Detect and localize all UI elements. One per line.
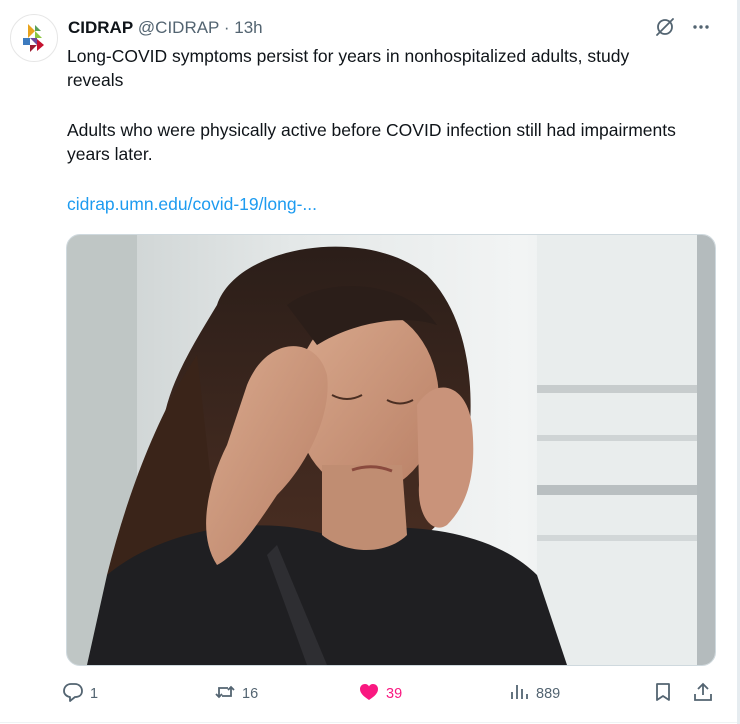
more-icon[interactable] — [690, 16, 712, 38]
tweet-actions: 1 16 39 889 — [62, 680, 722, 708]
views-icon — [508, 681, 530, 707]
reply-count: 1 — [90, 686, 99, 702]
bookmark-icon — [652, 681, 674, 707]
tweet-top-actions — [654, 16, 712, 38]
tweet-link[interactable]: cidrap.umn.edu/covid-19/long-... — [67, 194, 317, 214]
view-count: 889 — [536, 686, 561, 702]
retweet-button[interactable]: 16 — [214, 680, 258, 708]
display-name[interactable]: CIDRAP — [68, 18, 133, 37]
tweet-text-paragraph-1: Long-COVID symptoms persist for years in… — [67, 46, 630, 90]
woman-headache-photo — [67, 235, 715, 665]
tweet-header: CIDRAP @CIDRAP · 13h — [68, 17, 263, 39]
views-button[interactable]: 889 — [508, 680, 560, 708]
separator-dot: · — [223, 18, 230, 37]
like-icon — [358, 681, 380, 707]
cidrap-logo — [23, 24, 44, 52]
reply-button[interactable]: 1 — [62, 680, 98, 708]
retweet-icon — [214, 681, 236, 707]
avatar[interactable] — [10, 14, 58, 62]
reply-icon — [62, 681, 84, 707]
share-button[interactable] — [692, 680, 714, 708]
like-count: 39 — [386, 686, 403, 702]
tweet-image[interactable] — [66, 234, 716, 666]
share-icon — [692, 681, 714, 707]
user-handle[interactable]: @CIDRAP — [138, 18, 219, 37]
tweet-text: Long-COVID symptoms persist for years in… — [67, 44, 687, 216]
grok-icon[interactable] — [654, 16, 676, 38]
timestamp[interactable]: 13h — [234, 18, 262, 37]
retweet-count: 16 — [242, 686, 259, 702]
like-button[interactable]: 39 — [358, 680, 402, 708]
bookmark-button[interactable] — [652, 680, 674, 708]
tweet-text-paragraph-2: Adults who were physically active before… — [67, 120, 676, 164]
